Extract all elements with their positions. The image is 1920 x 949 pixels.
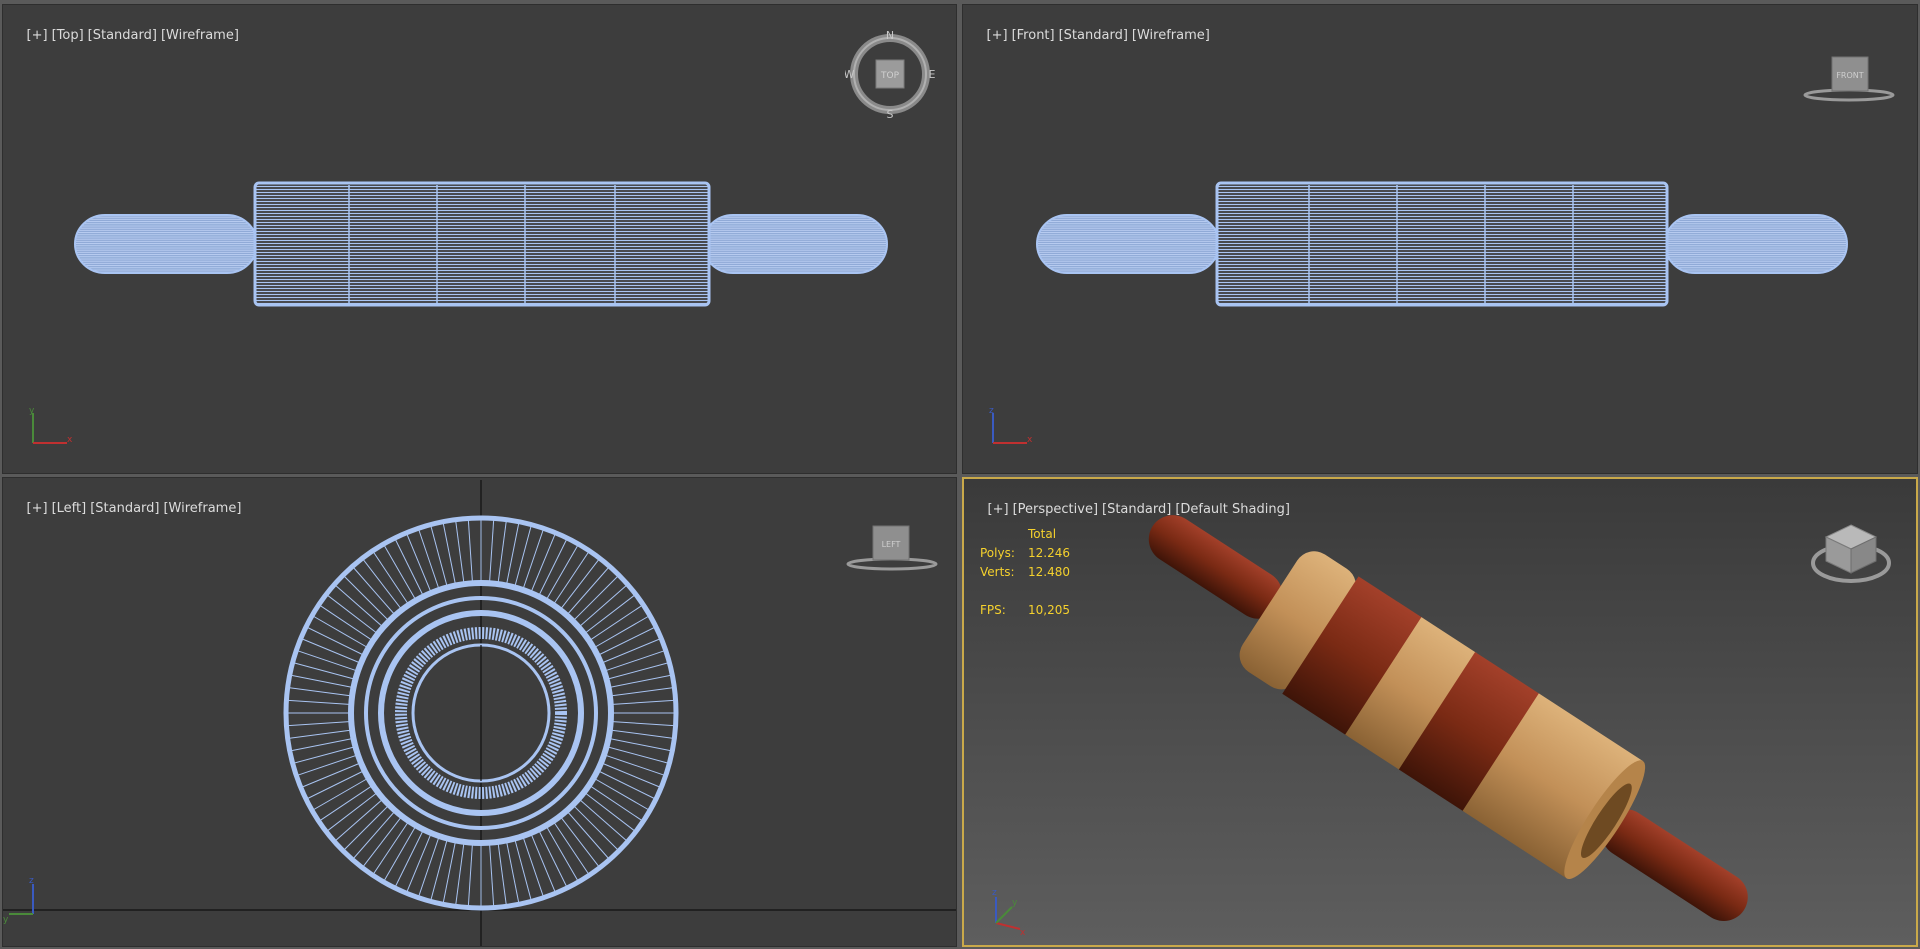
svg-text:x: x bbox=[67, 435, 73, 445]
viewport-front[interactable]: [+] [Front] [Standard] [Wireframe] x z FRON… bbox=[962, 4, 1918, 474]
viewport-perspective[interactable]: [+] [Perspective] [Standard] [Default Shadi… bbox=[962, 477, 1918, 947]
viewcube-left-face[interactable]: LEFT bbox=[882, 540, 901, 549]
rolling-pin-wireframe-left[interactable]: y z bbox=[3, 478, 957, 947]
svg-text:S: S bbox=[887, 108, 894, 119]
axis-tripod: x y z bbox=[992, 888, 1026, 938]
barrel bbox=[1239, 551, 1646, 880]
svg-text:N: N bbox=[886, 29, 894, 42]
svg-text:x: x bbox=[1027, 435, 1033, 445]
svg-text:y: y bbox=[1012, 898, 1018, 908]
svg-text:y: y bbox=[3, 915, 9, 925]
svg-text:z: z bbox=[992, 888, 997, 898]
svg-text:E: E bbox=[929, 68, 935, 81]
svg-text:z: z bbox=[989, 406, 994, 416]
axis-tripod: x y bbox=[29, 406, 73, 445]
rolling-pin-shaded[interactable]: x y z bbox=[964, 479, 1918, 947]
svg-text:y: y bbox=[29, 406, 35, 416]
axis-tripod: x z bbox=[989, 406, 1033, 445]
viewcube-front-face[interactable]: FRONT bbox=[1836, 71, 1863, 80]
viewcube-compass[interactable]: TOP N E S W bbox=[844, 29, 936, 121]
viewcube-top-face[interactable]: TOP bbox=[880, 71, 900, 81]
svg-text:z: z bbox=[29, 876, 34, 886]
viewport-top[interactable]: [+] [Top] [Standard] [Wireframe] x y TOP… bbox=[2, 4, 957, 474]
rolling-pin-wireframe-top[interactable]: x y bbox=[3, 5, 957, 474]
svg-text:x: x bbox=[1020, 928, 1026, 938]
viewport-left[interactable]: [+] [Left] [Standard] [Wireframe] y z LEFT bbox=[2, 477, 957, 947]
svg-text:W: W bbox=[845, 68, 855, 81]
viewcube[interactable] bbox=[1806, 511, 1896, 591]
rolling-pin-wireframe-front[interactable]: x z bbox=[963, 5, 1918, 474]
viewcube[interactable]: FRONT bbox=[1798, 49, 1898, 109]
viewcube[interactable]: LEFT bbox=[843, 518, 943, 578]
axis-tripod: y z bbox=[3, 876, 34, 925]
